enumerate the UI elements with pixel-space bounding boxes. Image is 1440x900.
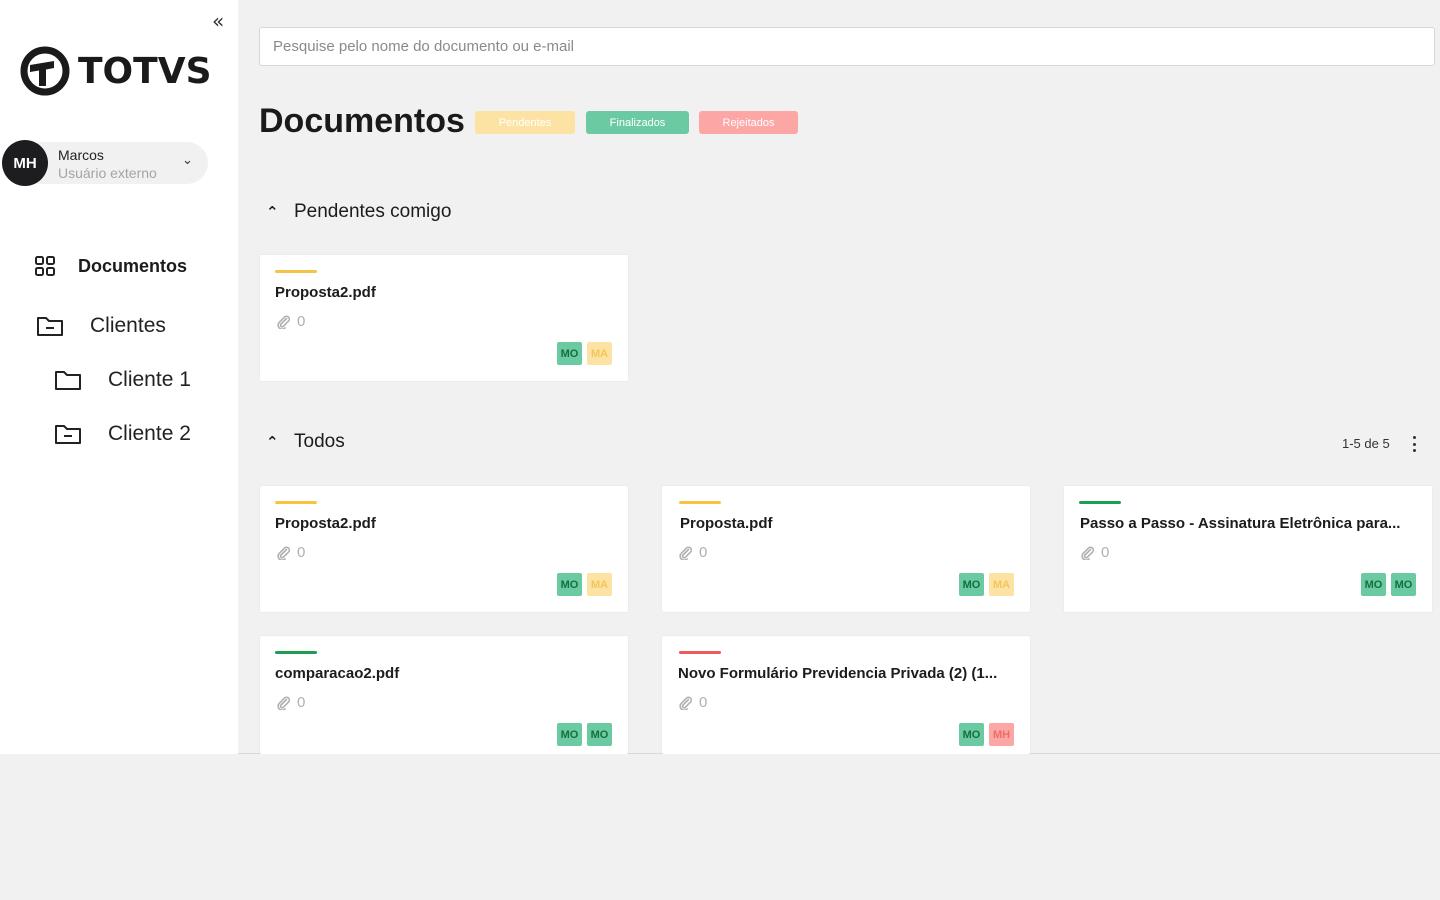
attachment-count: 0 <box>297 694 306 711</box>
sidebar-item-cliente-2[interactable]: Cliente 2 <box>54 422 191 446</box>
document-title: comparacao2.pdf <box>275 665 400 682</box>
filter-pendentes-button[interactable]: Pendentes <box>475 111 575 134</box>
document-card[interactable]: Proposta.pdf 0 MO MA <box>661 485 1031 613</box>
signer-badge: MO <box>557 573 582 596</box>
signer-badge: MA <box>587 573 612 596</box>
signer-tags: MO MA <box>557 342 612 365</box>
status-bar <box>679 501 721 504</box>
avatar: MH <box>2 140 48 186</box>
grid-icon <box>35 256 55 276</box>
signer-badge: MH <box>989 723 1014 746</box>
paperclip-icon <box>1081 545 1095 560</box>
chevron-up-icon: ⌃ <box>266 433 279 451</box>
sidebar-item-label: Cliente 1 <box>108 368 191 391</box>
folder-icon <box>55 371 81 390</box>
document-card[interactable]: Novo Formulário Previdencia Privada (2) … <box>661 635 1031 754</box>
user-role: Usuário externo <box>58 165 157 181</box>
chevron-up-icon: ⌃ <box>266 203 279 221</box>
attachment-count: 0 <box>297 313 306 330</box>
pagination-label: 1-5 de 5 <box>1342 436 1390 451</box>
document-title: Proposta.pdf <box>680 515 773 532</box>
sidebar-item-label: Clientes <box>90 314 166 337</box>
attachment-count: 0 <box>297 544 306 561</box>
paperclip-icon <box>277 545 291 560</box>
paperclip-icon <box>679 545 693 560</box>
attachments: 0 <box>277 313 305 330</box>
attachments: 0 <box>277 544 305 561</box>
attachment-count: 0 <box>1101 544 1110 561</box>
signer-badge: MO <box>1391 573 1416 596</box>
signer-badge: MO <box>959 723 984 746</box>
section-title: Todos <box>294 431 345 452</box>
signer-badge: MO <box>959 573 984 596</box>
paperclip-icon <box>277 314 291 329</box>
status-bar <box>679 651 721 654</box>
document-card[interactable]: comparacao2.pdf 0 MO MO <box>259 635 629 754</box>
brand-name: TOTVS <box>78 50 212 92</box>
document-title: Proposta2.pdf <box>275 515 376 532</box>
signer-tags: MO MA <box>557 573 612 596</box>
app-window: « TOTVS MH Marcos Usuário externo ⌄ Docu… <box>0 0 1440 754</box>
document-title: Passo a Passo - Assinatura Eletrônica pa… <box>1080 515 1401 532</box>
signer-badge: MA <box>587 342 612 365</box>
section-pendentes-header[interactable]: ⌃ Pendentes comigo <box>266 201 451 223</box>
user-menu[interactable]: MH Marcos Usuário externo ⌄ <box>0 140 208 186</box>
chevron-down-icon[interactable]: ⌄ <box>182 152 193 168</box>
collapse-sidebar-icon[interactable]: « <box>212 9 224 33</box>
signer-badge: MO <box>1361 573 1386 596</box>
signer-tags: MO MO <box>1361 573 1416 596</box>
section-title: Pendentes comigo <box>294 201 452 222</box>
more-options-icon[interactable] <box>1408 434 1420 454</box>
status-bar <box>1079 501 1121 504</box>
totvs-logo-icon <box>20 46 70 96</box>
brand-logo: TOTVS <box>20 46 212 96</box>
document-title: Novo Formulário Previdencia Privada (2) … <box>678 665 998 682</box>
sidebar: « TOTVS MH Marcos Usuário externo ⌄ Docu… <box>0 0 238 754</box>
folder-minus-icon <box>55 425 81 444</box>
signer-tags: MO MA <box>959 573 1014 596</box>
document-card[interactable]: Proposta2.pdf 0 MO MA <box>259 254 629 382</box>
filter-rejeitados-button[interactable]: Rejeitados <box>699 111 798 134</box>
attachment-count: 0 <box>699 544 708 561</box>
user-name: Marcos <box>58 147 104 163</box>
signer-tags: MO MH <box>959 723 1014 746</box>
signer-badge: MO <box>587 723 612 746</box>
sidebar-item-documentos[interactable]: Documentos <box>34 255 187 277</box>
document-card[interactable]: Proposta2.pdf 0 MO MA <box>259 485 629 613</box>
status-bar <box>275 651 317 654</box>
folder-minus-icon <box>37 317 63 336</box>
filter-finalizados-button[interactable]: Finalizados <box>586 111 689 134</box>
status-bar <box>275 501 317 504</box>
status-bar <box>275 270 317 273</box>
attachments: 0 <box>679 544 707 561</box>
sidebar-item-label: Documentos <box>78 255 188 276</box>
sidebar-item-cliente-1[interactable]: Cliente 1 <box>54 368 191 392</box>
attachment-count: 0 <box>699 694 708 711</box>
signer-badge: MO <box>557 723 582 746</box>
section-todos-header[interactable]: ⌃ Todos <box>266 431 345 453</box>
attachments: 0 <box>679 694 707 711</box>
signer-tags: MO MO <box>557 723 612 746</box>
signer-badge: MA <box>989 573 1014 596</box>
search-input[interactable] <box>259 27 1435 66</box>
document-title: Proposta2.pdf <box>275 284 376 301</box>
attachments: 0 <box>1081 544 1109 561</box>
empty-background <box>0 755 1440 900</box>
page-title: Documentos <box>259 102 465 140</box>
attachments: 0 <box>277 694 305 711</box>
sidebar-item-label: Cliente 2 <box>108 422 191 445</box>
signer-badge: MO <box>557 342 582 365</box>
paperclip-icon <box>277 695 291 710</box>
sidebar-item-clientes[interactable]: Clientes <box>36 314 166 338</box>
document-card[interactable]: Passo a Passo - Assinatura Eletrônica pa… <box>1063 485 1433 613</box>
paperclip-icon <box>679 695 693 710</box>
